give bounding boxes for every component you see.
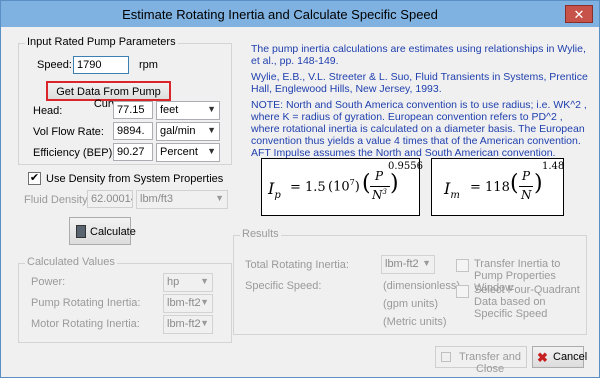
use-density-checkbox[interactable]: ✔ xyxy=(28,172,41,185)
flow-unit-select[interactable]: gal/min ▼ xyxy=(156,122,220,141)
calculate-button[interactable]: Calculate xyxy=(69,217,136,245)
title-bar: Estimate Rotating Inertia and Calculate … xyxy=(1,1,599,27)
im-numerator: P xyxy=(522,169,531,183)
transfer-inertia-checkbox[interactable] xyxy=(456,259,469,272)
cancel-button-label: Cancel xyxy=(553,351,588,363)
cancel-icon: ✖ xyxy=(537,350,548,365)
chevron-down-icon: ▼ xyxy=(200,276,209,286)
flow-unit-value: gal/min xyxy=(160,125,196,137)
motor-inertia-equation: Im = 118 ( P N ) 1.48 xyxy=(431,158,564,216)
chevron-down-icon: ▼ xyxy=(207,146,216,156)
pump-inertia-unit-value: lbm-ft2 xyxy=(167,297,201,309)
chevron-down-icon: ▼ xyxy=(207,125,216,135)
note-paragraph-3: NOTE: North and South America convention… xyxy=(251,99,587,159)
head-label: Head: xyxy=(33,105,63,117)
dimensionless-label: (dimensionless) xyxy=(383,280,461,292)
power-unit-select[interactable]: hp ▼ xyxy=(163,273,213,292)
motor-inertia-unit-select[interactable]: lbm-ft2 ▼ xyxy=(163,315,213,334)
window-title: Estimate Rotating Inertia and Calculate … xyxy=(122,7,438,22)
note-paragraph-2: Wylie, E.B., V.L. Streeter & L. Suo, Flu… xyxy=(251,71,588,95)
im-sub: m xyxy=(450,190,460,202)
get-data-from-pump-curve-button[interactable]: Get Data From Pump Curve xyxy=(46,81,171,110)
four-quadrant-checkbox[interactable] xyxy=(456,285,469,298)
dialog-window: Estimate Rotating Inertia and Calculate … xyxy=(0,0,600,378)
note-paragraph-1: The pump inertia calculations are estima… xyxy=(251,43,586,67)
fluid-density-unit-select[interactable]: lbm/ft3 ▼ xyxy=(136,190,228,209)
efficiency-unit-select[interactable]: Percent ▼ xyxy=(156,143,220,162)
calculate-button-label: Calculate xyxy=(90,226,136,238)
pump-inertia-label: Pump Rotating Inertia: xyxy=(31,297,141,309)
im-equals: = 118 xyxy=(470,180,510,195)
ip-den-exp: 3 xyxy=(382,188,387,196)
head-unit-select[interactable]: feet ▼ xyxy=(156,101,220,120)
metric-units-label: (Metric units) xyxy=(383,316,447,328)
total-inertia-unit-value: lbm-ft2 xyxy=(385,258,419,270)
motor-inertia-unit-value: lbm-ft2 xyxy=(167,318,201,330)
chevron-down-icon: ▼ xyxy=(422,258,431,268)
flow-input[interactable]: 9894. xyxy=(113,122,153,140)
head-unit-value: feet xyxy=(160,104,179,116)
speed-unit: rpm xyxy=(139,59,158,71)
efficiency-label: Efficiency (BEP): xyxy=(33,147,116,159)
im-denominator: N xyxy=(521,188,532,202)
fluid-density-input[interactable]: 62.00014 xyxy=(87,190,133,208)
ip-sub: p xyxy=(274,190,281,202)
speed-input[interactable]: 1790 xyxy=(73,56,129,74)
ip-equals: = 1.5 xyxy=(290,180,326,195)
total-inertia-unit-select[interactable]: lbm-ft2 ▼ xyxy=(381,255,435,274)
chevron-down-icon: ▼ xyxy=(207,104,216,114)
ip-coef: 10 xyxy=(333,179,350,195)
efficiency-input[interactable]: 90.27 xyxy=(113,143,153,161)
four-quadrant-label[interactable]: Select Four-Quadrant Data based on Speci… xyxy=(474,284,586,320)
im-exponent: 1.48 xyxy=(542,161,565,172)
head-input[interactable]: 77.15 xyxy=(113,101,153,119)
chevron-down-icon: ▼ xyxy=(200,318,209,328)
power-unit-value: hp xyxy=(167,276,180,288)
transfer-and-close-label: Transfer and Close xyxy=(459,351,521,375)
calculator-icon xyxy=(76,225,86,238)
chevron-down-icon: ▼ xyxy=(200,297,209,307)
flow-label: Vol Flow Rate: xyxy=(33,126,104,138)
transfer-and-close-button[interactable]: Transfer and Close xyxy=(435,346,527,375)
power-label: Power: xyxy=(31,276,66,288)
results-title: Results xyxy=(240,228,281,240)
specific-speed-label: Specific Speed: xyxy=(245,280,322,292)
speed-label: Speed: xyxy=(37,59,72,71)
ip-exponent: 0.9556 xyxy=(388,161,423,172)
ip-denominator: N xyxy=(372,188,383,202)
total-inertia-label: Total Rotating Inertia: xyxy=(245,259,349,271)
close-icon[interactable]: ✕ xyxy=(565,5,593,23)
cancel-button[interactable]: ✖ Cancel xyxy=(532,346,588,368)
use-density-label[interactable]: Use Density from System Properties xyxy=(46,173,223,185)
efficiency-unit-value: Percent xyxy=(160,146,198,158)
gpm-units-label: (gpm units) xyxy=(383,298,439,310)
pump-inertia-unit-select[interactable]: lbm-ft2 ▼ xyxy=(163,294,213,313)
ip-coef-exp: 7 xyxy=(349,178,355,187)
pump-inertia-equation: Ip = 1.5 (107) ( P N3 ) 0.9556 xyxy=(261,158,423,216)
chevron-down-icon: ▼ xyxy=(215,193,224,203)
fluid-density-unit-value: lbm/ft3 xyxy=(140,193,174,205)
calculated-values-title: Calculated Values xyxy=(25,256,117,268)
motor-inertia-label: Motor Rotating Inertia: xyxy=(31,318,140,330)
transfer-icon xyxy=(441,352,451,362)
fluid-density-label: Fluid Density: xyxy=(24,194,91,206)
input-parameters-title: Input Rated Pump Parameters xyxy=(25,36,178,48)
ip-numerator: P xyxy=(375,169,384,183)
